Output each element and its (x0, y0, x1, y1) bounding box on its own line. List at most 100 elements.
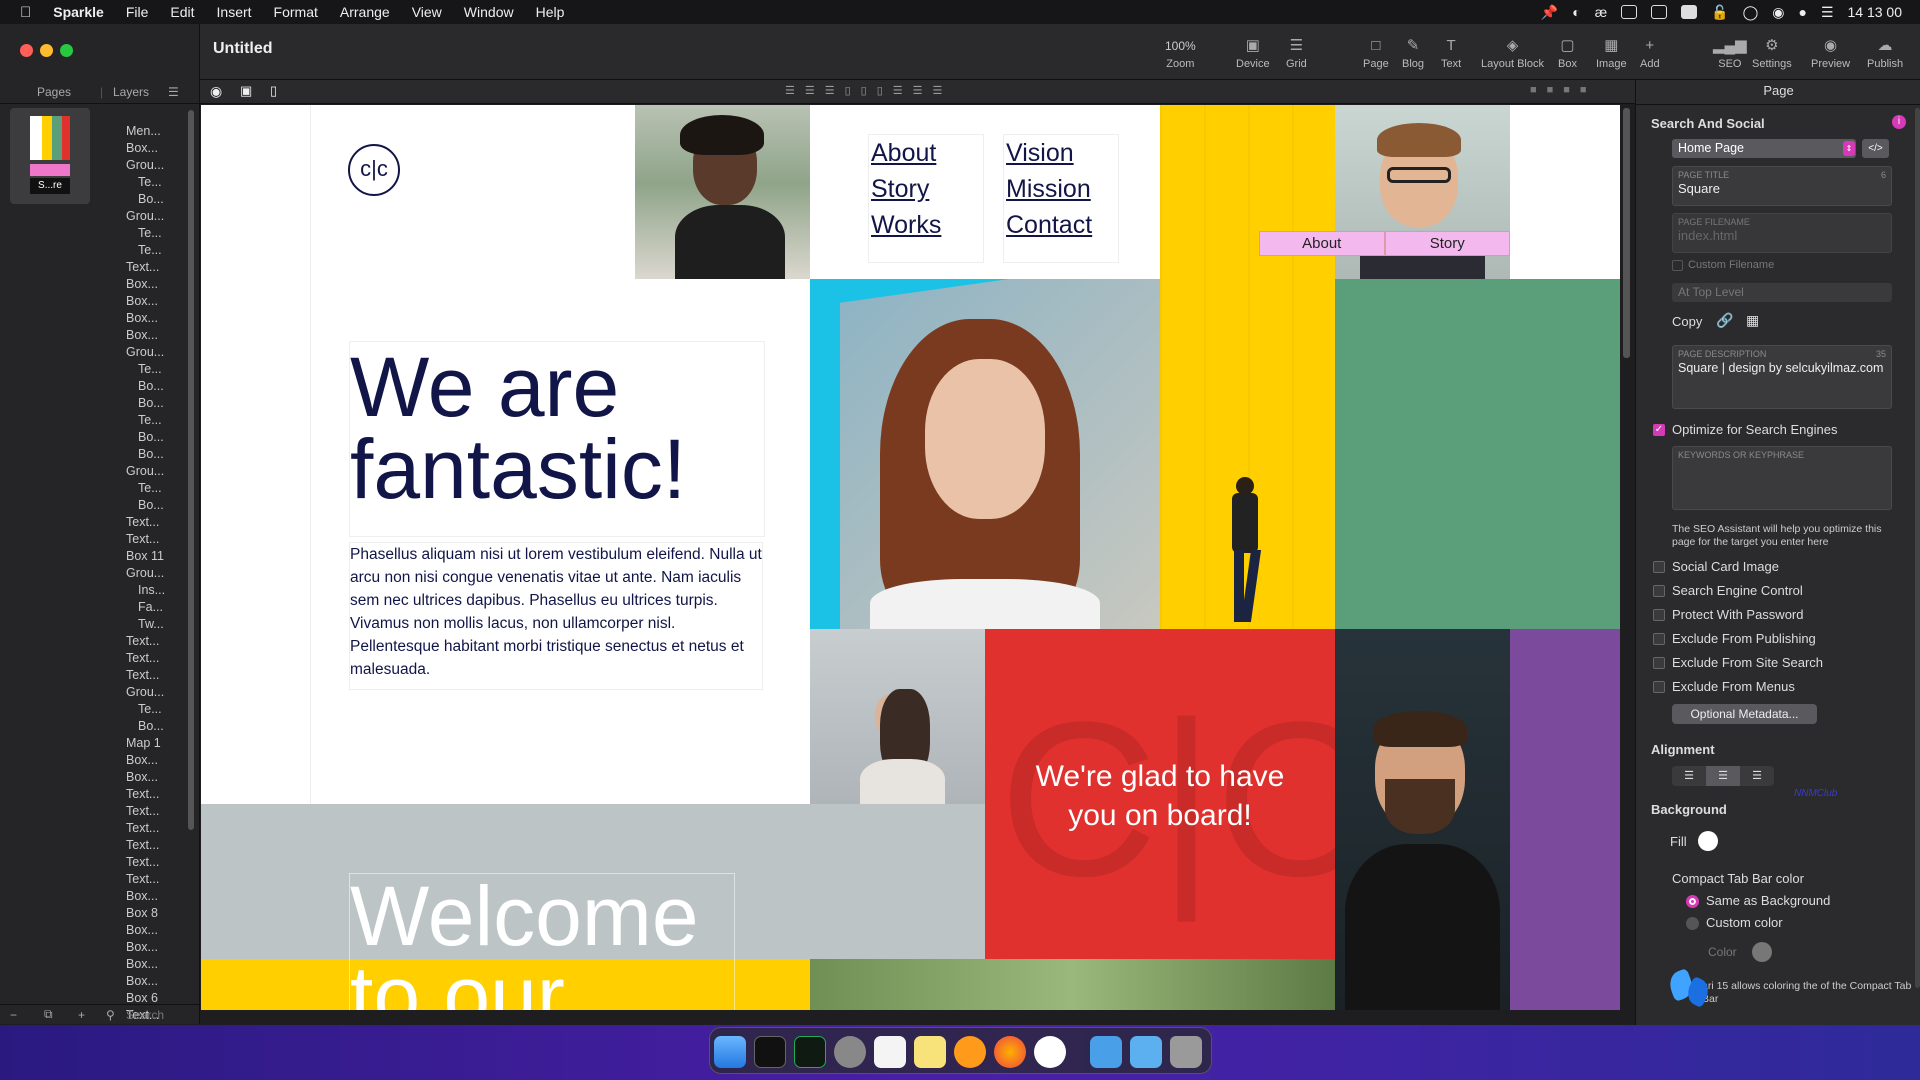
menu-arrange[interactable]: Arrange (329, 4, 401, 20)
zoom-control[interactable]: 100% Zoom (1165, 34, 1196, 70)
layer-item[interactable]: Map 1 (126, 736, 161, 750)
nav-mission[interactable]: Mission (1006, 171, 1118, 207)
layer-item[interactable]: Text... (126, 804, 159, 818)
layer-group[interactable]: Grou... (126, 209, 164, 223)
menu-edit[interactable]: Edit (159, 4, 205, 20)
clock[interactable]: 14 13 00 (1848, 4, 1903, 20)
exclude-search-checkbox[interactable] (1653, 657, 1665, 669)
inspector-scrollbar[interactable] (1915, 108, 1920, 988)
layers-scrollbar[interactable] (188, 110, 194, 830)
keywords-field[interactable]: KEYWORDS OR KEYPHRASE (1672, 446, 1892, 510)
font-app-icon[interactable] (954, 1036, 986, 1068)
align-right-icon[interactable]: ☰ (1740, 766, 1774, 786)
align-center-icon[interactable]: ☰ (1706, 766, 1740, 786)
layer-item[interactable]: Fa... (138, 600, 163, 614)
grid-button[interactable]: ☰ Grid (1286, 34, 1307, 70)
user-icon[interactable]: ● (1798, 4, 1806, 20)
exclude-menus-checkbox[interactable] (1653, 681, 1665, 693)
layer-item[interactable]: Bo... (138, 396, 164, 410)
site-logo[interactable]: c|c (348, 144, 400, 196)
layer-item[interactable]: Box 11 (126, 549, 164, 563)
contrast-icon[interactable]: ◐ (1572, 4, 1580, 20)
layer-item[interactable]: Box... (126, 277, 158, 291)
photo-redhead-woman[interactable] (810, 279, 1160, 629)
trash-icon[interactable] (1170, 1036, 1202, 1068)
photo-woman-profile[interactable] (810, 629, 985, 804)
finder-icon[interactable] (714, 1036, 746, 1068)
layer-item[interactable]: Text... (126, 855, 159, 869)
layer-group[interactable]: Grou... (126, 464, 164, 478)
align-tools[interactable]: ☰☰☰▯▯▯☰☰☰ (785, 84, 952, 97)
layer-item[interactable]: Tw... (138, 617, 164, 631)
applications-folder-icon[interactable] (1130, 1036, 1162, 1068)
downloads-folder-icon[interactable] (1090, 1036, 1122, 1068)
layer-item[interactable]: Text... (126, 260, 159, 274)
page-button[interactable]: □ Page (1363, 34, 1389, 70)
layer-item[interactable]: Box... (126, 889, 158, 903)
yellow-wall-photo[interactable] (1160, 105, 1335, 629)
layer-item[interactable]: Text... (126, 651, 159, 665)
layer-item[interactable]: Te... (138, 481, 162, 495)
page-title-field[interactable]: PAGE TITLE 6 Square (1672, 166, 1892, 206)
photo-bearded-man[interactable] (1335, 629, 1510, 1010)
layer-group[interactable]: Grou... (126, 566, 164, 580)
photo-green-foliage[interactable] (810, 959, 1335, 1010)
page-canvas[interactable]: c|c About Story Works Vision Mission Con… (201, 105, 1620, 1010)
add-button[interactable]: + Add (1640, 34, 1660, 70)
layer-item[interactable]: Text... (126, 787, 159, 801)
page-title-value[interactable]: Square (1673, 180, 1891, 197)
image-button[interactable]: ▦ Image (1596, 34, 1627, 70)
menu-file[interactable]: File (115, 4, 160, 20)
duplicate-icon[interactable]: ⧉ (44, 1007, 53, 1022)
layer-item[interactable]: Text... (126, 668, 159, 682)
align-left-icon[interactable]: ☰ (1672, 766, 1706, 786)
layer-group[interactable]: Grou... (126, 345, 164, 359)
layer-item[interactable]: Box... (126, 940, 158, 954)
zoom-value[interactable]: 100% (1165, 34, 1196, 58)
layer-item[interactable]: Box... (126, 923, 158, 937)
layer-item[interactable]: Te... (138, 362, 162, 376)
optimize-checkbox[interactable]: ✓ (1653, 424, 1665, 436)
layer-item[interactable]: Bo... (138, 447, 164, 461)
purple-block[interactable] (1510, 629, 1620, 1010)
layer-item[interactable]: Box... (126, 753, 158, 767)
body-text[interactable]: Phasellus aliquam nisi ut lorem vestibul… (349, 542, 763, 690)
window-icon[interactable] (1651, 5, 1668, 19)
welcome-box[interactable]: Welcome to our (349, 873, 735, 1010)
exclude-publishing-checkbox[interactable] (1653, 633, 1665, 645)
optional-metadata-button[interactable]: Optional Metadata... (1672, 704, 1817, 724)
canvas-scrollbar[interactable] (1623, 108, 1630, 358)
layer-item[interactable]: Bo... (138, 192, 164, 206)
firefox-icon[interactable] (994, 1036, 1026, 1068)
radio-same-as-background[interactable] (1686, 895, 1699, 908)
page-thumbnail[interactable]: S...re (10, 108, 90, 204)
app-menu[interactable]: Sparkle (42, 4, 115, 20)
remove-page-icon[interactable]: − (10, 1008, 17, 1022)
layer-item[interactable]: Bo... (138, 430, 164, 444)
page-filename-field[interactable]: PAGE FILENAME index.html (1672, 213, 1892, 253)
layer-item[interactable]: Text... (126, 821, 159, 835)
headline-box[interactable]: We are fantastic! (349, 341, 765, 537)
tab-pages[interactable]: Pages (37, 85, 71, 99)
layer-item[interactable]: Text... (126, 872, 159, 886)
layer-item[interactable]: Text... (126, 838, 159, 852)
layer-group[interactable]: Grou... (126, 685, 164, 699)
layer-item[interactable]: Box... (126, 311, 158, 325)
device-button[interactable]: ▣ Device (1236, 34, 1270, 70)
nav-about[interactable]: About (871, 135, 983, 171)
menu-window[interactable]: Window (453, 4, 525, 20)
desc-value[interactable]: Square | design by selcukyilmaz.com (1673, 359, 1891, 377)
menu-format[interactable]: Format (263, 4, 329, 20)
notes-icon[interactable] (914, 1036, 946, 1068)
menu-tab-about[interactable]: About (1259, 231, 1385, 256)
activity-monitor-icon[interactable] (794, 1036, 826, 1068)
control-center-icon[interactable]: ☰ (1821, 4, 1834, 21)
chevron-updown-icon[interactable]: ⇕ (1843, 141, 1855, 156)
arrange-tools[interactable]: ■■■■ (1530, 84, 1597, 96)
nav-contact[interactable]: Contact (1006, 207, 1118, 243)
minimize-button[interactable] (40, 44, 53, 57)
menu-insert[interactable]: Insert (206, 4, 263, 20)
layout-block-button[interactable]: ◈ Layout Block (1481, 34, 1544, 70)
shield-icon[interactable]: ◯ (1743, 4, 1759, 21)
layer-item[interactable]: Bo... (138, 379, 164, 393)
